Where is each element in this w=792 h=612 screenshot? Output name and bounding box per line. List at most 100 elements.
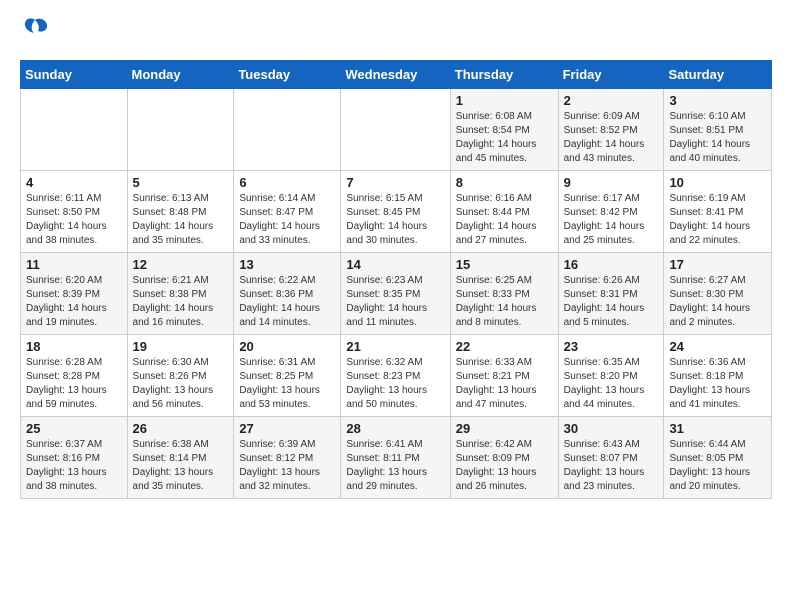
day-number: 11 — [26, 257, 122, 272]
day-number: 2 — [564, 93, 659, 108]
calendar-day-cell — [127, 89, 234, 171]
calendar-week-row: 25 Sunrise: 6:37 AM Sunset: 8:16 PM Dayli… — [21, 417, 772, 499]
day-info: Sunrise: 6:17 AM Sunset: 8:42 PM Dayligh… — [564, 192, 659, 248]
calendar-day-cell: 9 Sunrise: 6:17 AM Sunset: 8:42 PM Daylig… — [558, 171, 664, 253]
calendar-day-cell: 22 Sunrise: 6:33 AM Sunset: 8:21 PM Dayli… — [450, 335, 558, 417]
day-number: 13 — [239, 257, 335, 272]
calendar-day-cell — [341, 89, 450, 171]
day-info: Sunrise: 6:38 AM Sunset: 8:14 PM Dayligh… — [133, 438, 229, 494]
day-info: Sunrise: 6:11 AM Sunset: 8:50 PM Dayligh… — [26, 192, 122, 248]
calendar-day-cell: 14 Sunrise: 6:23 AM Sunset: 8:35 PM Dayli… — [341, 253, 450, 335]
calendar-day-cell: 24 Sunrise: 6:36 AM Sunset: 8:18 PM Dayli… — [664, 335, 772, 417]
day-number: 29 — [456, 421, 553, 436]
logo-icon — [20, 15, 50, 50]
day-info: Sunrise: 6:44 AM Sunset: 8:05 PM Dayligh… — [669, 438, 766, 494]
calendar-day-cell: 12 Sunrise: 6:21 AM Sunset: 8:38 PM Dayli… — [127, 253, 234, 335]
day-number: 21 — [346, 339, 444, 354]
day-number: 20 — [239, 339, 335, 354]
calendar-day-cell: 27Sunrise: 6:39 AM Sunset: 8:12 PM Dayli… — [234, 417, 341, 499]
day-number: 9 — [564, 175, 659, 190]
calendar-week-row: 18 Sunrise: 6:28 AM Sunset: 8:28 PM Dayli… — [21, 335, 772, 417]
calendar-header-row: SundayMondayTuesdayWednesdayThursdayFrid… — [21, 61, 772, 89]
day-number: 15 — [456, 257, 553, 272]
calendar-day-cell: 10Sunrise: 6:19 AM Sunset: 8:41 PM Dayli… — [664, 171, 772, 253]
calendar-day-header: Friday — [558, 61, 664, 89]
day-info: Sunrise: 6:21 AM Sunset: 8:38 PM Dayligh… — [133, 274, 229, 330]
day-info: Sunrise: 6:19 AM Sunset: 8:41 PM Dayligh… — [669, 192, 766, 248]
day-info: Sunrise: 6:20 AM Sunset: 8:39 PM Dayligh… — [26, 274, 122, 330]
day-info: Sunrise: 6:33 AM Sunset: 8:21 PM Dayligh… — [456, 356, 553, 412]
day-number: 17 — [669, 257, 766, 272]
calendar-day-cell: 13 Sunrise: 6:22 AM Sunset: 8:36 PM Dayli… — [234, 253, 341, 335]
calendar-day-cell: 5 Sunrise: 6:13 AM Sunset: 8:48 PM Daylig… — [127, 171, 234, 253]
day-info: Sunrise: 6:31 AM Sunset: 8:25 PM Dayligh… — [239, 356, 335, 412]
calendar-week-row: 4 Sunrise: 6:11 AM Sunset: 8:50 PM Daylig… — [21, 171, 772, 253]
calendar-day-header: Wednesday — [341, 61, 450, 89]
day-info: Sunrise: 6:41 AM Sunset: 8:11 PM Dayligh… — [346, 438, 444, 494]
calendar-day-cell: 19 Sunrise: 6:30 AM Sunset: 8:26 PM Dayli… — [127, 335, 234, 417]
day-info: Sunrise: 6:28 AM Sunset: 8:28 PM Dayligh… — [26, 356, 122, 412]
day-number: 19 — [133, 339, 229, 354]
day-number: 16 — [564, 257, 659, 272]
day-number: 31 — [669, 421, 766, 436]
calendar-day-cell: 11 Sunrise: 6:20 AM Sunset: 8:39 PM Dayli… — [21, 253, 128, 335]
calendar-day-cell — [21, 89, 128, 171]
calendar-week-row: 11 Sunrise: 6:20 AM Sunset: 8:39 PM Dayli… — [21, 253, 772, 335]
calendar-day-cell: 23Sunrise: 6:35 AM Sunset: 8:20 PM Dayli… — [558, 335, 664, 417]
calendar-day-cell: 29 Sunrise: 6:42 AM Sunset: 8:09 PM Dayli… — [450, 417, 558, 499]
day-info: Sunrise: 6:30 AM Sunset: 8:26 PM Dayligh… — [133, 356, 229, 412]
day-info: Sunrise: 6:16 AM Sunset: 8:44 PM Dayligh… — [456, 192, 553, 248]
calendar-day-cell — [234, 89, 341, 171]
day-info: Sunrise: 6:27 AM Sunset: 8:30 PM Dayligh… — [669, 274, 766, 330]
day-info: Sunrise: 6:37 AM Sunset: 8:16 PM Dayligh… — [26, 438, 122, 494]
day-info: Sunrise: 6:08 AM Sunset: 8:54 PM Dayligh… — [456, 110, 553, 166]
calendar-day-cell: 4 Sunrise: 6:11 AM Sunset: 8:50 PM Daylig… — [21, 171, 128, 253]
day-info: Sunrise: 6:32 AM Sunset: 8:23 PM Dayligh… — [346, 356, 444, 412]
day-info: Sunrise: 6:42 AM Sunset: 8:09 PM Dayligh… — [456, 438, 553, 494]
day-number: 5 — [133, 175, 229, 190]
day-info: Sunrise: 6:15 AM Sunset: 8:45 PM Dayligh… — [346, 192, 444, 248]
day-number: 3 — [669, 93, 766, 108]
day-number: 4 — [26, 175, 122, 190]
day-number: 25 — [26, 421, 122, 436]
calendar-day-cell: 6Sunrise: 6:14 AM Sunset: 8:47 PM Daylig… — [234, 171, 341, 253]
day-info: Sunrise: 6:26 AM Sunset: 8:31 PM Dayligh… — [564, 274, 659, 330]
day-number: 7 — [346, 175, 444, 190]
day-info: Sunrise: 6:23 AM Sunset: 8:35 PM Dayligh… — [346, 274, 444, 330]
calendar-day-cell: 2 Sunrise: 6:09 AM Sunset: 8:52 PM Daylig… — [558, 89, 664, 171]
calendar-day-cell: 15 Sunrise: 6:25 AM Sunset: 8:33 PM Dayli… — [450, 253, 558, 335]
day-info: Sunrise: 6:43 AM Sunset: 8:07 PM Dayligh… — [564, 438, 659, 494]
day-number: 12 — [133, 257, 229, 272]
calendar-day-header: Tuesday — [234, 61, 341, 89]
page: SundayMondayTuesdayWednesdayThursdayFrid… — [0, 0, 792, 514]
day-number: 30 — [564, 421, 659, 436]
calendar-day-cell: 25 Sunrise: 6:37 AM Sunset: 8:16 PM Dayli… — [21, 417, 128, 499]
day-number: 1 — [456, 93, 553, 108]
calendar-day-header: Saturday — [664, 61, 772, 89]
day-info: Sunrise: 6:22 AM Sunset: 8:36 PM Dayligh… — [239, 274, 335, 330]
calendar-day-cell: 18 Sunrise: 6:28 AM Sunset: 8:28 PM Dayli… — [21, 335, 128, 417]
day-info: Sunrise: 6:13 AM Sunset: 8:48 PM Dayligh… — [133, 192, 229, 248]
calendar-day-header: Monday — [127, 61, 234, 89]
logo — [20, 15, 55, 50]
day-number: 18 — [26, 339, 122, 354]
calendar-day-cell: 16 Sunrise: 6:26 AM Sunset: 8:31 PM Dayli… — [558, 253, 664, 335]
day-info: Sunrise: 6:25 AM Sunset: 8:33 PM Dayligh… — [456, 274, 553, 330]
day-number: 27 — [239, 421, 335, 436]
day-info: Sunrise: 6:36 AM Sunset: 8:18 PM Dayligh… — [669, 356, 766, 412]
day-number: 8 — [456, 175, 553, 190]
day-number: 28 — [346, 421, 444, 436]
day-number: 24 — [669, 339, 766, 354]
calendar-day-cell: 21 Sunrise: 6:32 AM Sunset: 8:23 PM Dayli… — [341, 335, 450, 417]
calendar-day-cell: 17 Sunrise: 6:27 AM Sunset: 8:30 PM Dayli… — [664, 253, 772, 335]
calendar-day-cell: 1 Sunrise: 6:08 AM Sunset: 8:54 PM Daylig… — [450, 89, 558, 171]
day-number: 22 — [456, 339, 553, 354]
calendar-day-header: Sunday — [21, 61, 128, 89]
day-info: Sunrise: 6:14 AM Sunset: 8:47 PM Dayligh… — [239, 192, 335, 248]
calendar-day-cell: 20 Sunrise: 6:31 AM Sunset: 8:25 PM Dayli… — [234, 335, 341, 417]
day-number: 23 — [564, 339, 659, 354]
day-number: 14 — [346, 257, 444, 272]
calendar-day-cell: 31 Sunrise: 6:44 AM Sunset: 8:05 PM Dayli… — [664, 417, 772, 499]
day-info: Sunrise: 6:09 AM Sunset: 8:52 PM Dayligh… — [564, 110, 659, 166]
calendar-day-cell: 30 Sunrise: 6:43 AM Sunset: 8:07 PM Dayli… — [558, 417, 664, 499]
